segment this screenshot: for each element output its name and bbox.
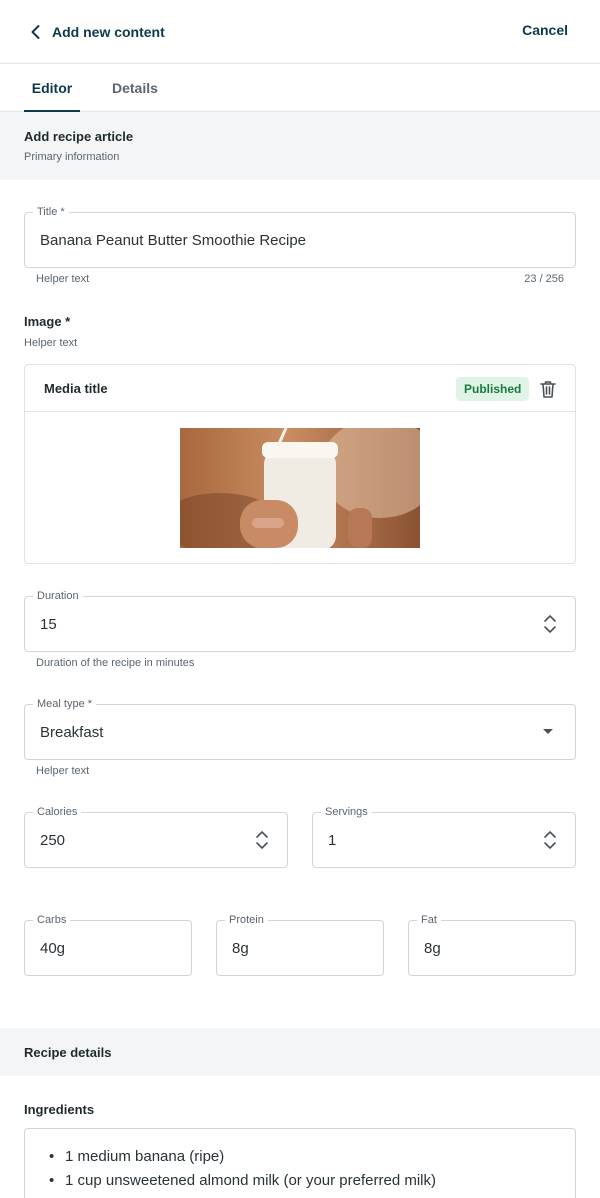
fat-field-value: 8g xyxy=(424,939,441,957)
meal-type-helper-text: Helper text xyxy=(36,765,90,777)
carbs-field[interactable]: Carbs 40g xyxy=(24,913,192,976)
servings-field[interactable]: Servings 1 xyxy=(312,805,576,868)
tab-bar: Editor Details xyxy=(0,64,600,112)
image-field-label: Image * xyxy=(24,314,71,329)
calories-field-value: 250 xyxy=(40,831,66,849)
caret-down-icon[interactable] xyxy=(543,729,553,734)
ingredient-text: 1 medium banana (ripe) xyxy=(65,1148,225,1165)
trash-icon[interactable] xyxy=(539,379,557,399)
media-card-header: Media title Published xyxy=(25,365,575,412)
section-title: Recipe details xyxy=(24,1045,112,1060)
protein-field-value: 8g xyxy=(232,939,249,957)
tab-details[interactable]: Details xyxy=(112,64,158,112)
carbs-field-value: 40g xyxy=(40,939,66,957)
section-subtitle: Primary information xyxy=(24,151,120,163)
meal-type-value: Breakfast xyxy=(40,723,104,741)
stepper-icon[interactable] xyxy=(255,830,269,850)
title-char-counter: 23 / 256 xyxy=(524,273,564,285)
list-item: • 1 medium banana (ripe) xyxy=(49,1148,224,1165)
calories-field[interactable]: Calories 250 xyxy=(24,805,288,868)
chevron-left-icon xyxy=(31,25,40,39)
media-thumbnail xyxy=(180,428,420,548)
section-header-primary: Add recipe article Primary information xyxy=(0,112,600,180)
title-field-value: Banana Peanut Butter Smoothie Recipe xyxy=(40,231,307,249)
media-card: Media title Published xyxy=(24,364,576,564)
section-header-details: Recipe details xyxy=(0,1028,600,1076)
fat-field[interactable]: Fat 8g xyxy=(408,913,576,976)
bullet-icon: • xyxy=(49,1148,55,1165)
ingredients-editor[interactable]: • 1 medium banana (ripe) • 1 cup unsweet… xyxy=(24,1128,576,1198)
section-title: Add recipe article xyxy=(24,129,134,144)
title-helper-text: Helper text xyxy=(36,273,90,285)
image-helper-text: Helper text xyxy=(24,337,78,349)
protein-field[interactable]: Protein 8g xyxy=(216,913,384,976)
duration-field-value: 15 xyxy=(40,615,57,633)
top-bar: Add new content Cancel xyxy=(0,0,600,64)
servings-field-value: 1 xyxy=(328,831,337,849)
duration-field[interactable]: Duration 15 xyxy=(24,589,576,652)
cancel-button[interactable]: Cancel xyxy=(522,22,568,38)
media-title: Media title xyxy=(44,381,108,396)
tab-editor[interactable]: Editor xyxy=(24,64,80,112)
status-badge: Published xyxy=(456,377,530,401)
ingredients-label: Ingredients xyxy=(24,1102,95,1117)
stepper-icon[interactable] xyxy=(543,830,557,850)
back-button[interactable]: Add new content xyxy=(24,20,165,44)
title-field[interactable]: Title * Banana Peanut Butter Smoothie Re… xyxy=(24,205,576,268)
page-title: Add new content xyxy=(52,24,165,40)
meal-type-select[interactable]: Meal type * Breakfast xyxy=(24,697,576,760)
bullet-icon: • xyxy=(49,1172,55,1189)
stepper-icon[interactable] xyxy=(543,614,557,634)
ingredient-text: 1 cup unsweetened almond milk (or your p… xyxy=(65,1172,436,1189)
duration-helper-text: Duration of the recipe in minutes xyxy=(36,657,195,669)
list-item: • 1 cup unsweetened almond milk (or your… xyxy=(49,1172,436,1189)
